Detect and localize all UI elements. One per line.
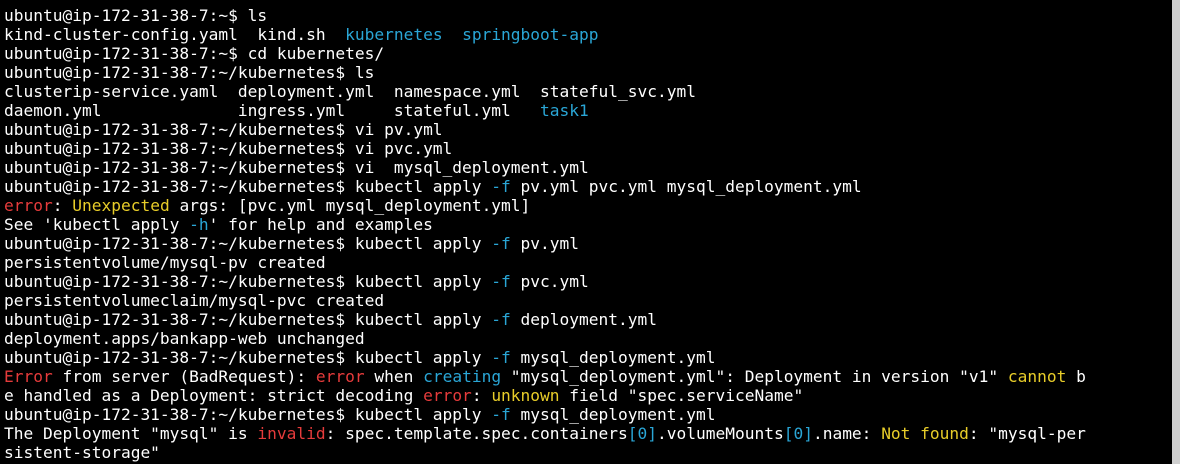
terminal-line: ubuntu@ip-172-31-38-7:~$ cd kubernetes/ (4, 44, 1172, 63)
terminal-text-segment: ubuntu@ip-172-31-38-7:~/kubernetes$ vi m… (4, 158, 589, 177)
terminal-line: See 'kubectl apply -h' for help and exam… (4, 215, 1172, 234)
terminal-line: Error from server (BadRequest): error wh… (4, 367, 1172, 386)
terminal-text-segment: deployment.yml (510, 310, 657, 329)
terminal-text-segment: ubuntu@ip-172-31-38-7:~$ cd kubernetes/ (4, 44, 385, 63)
terminal-line: kind-cluster-config.yaml kind.sh kuberne… (4, 25, 1172, 44)
terminal-text-segment: .volumeMounts (657, 424, 784, 443)
terminal-text-segment: "mysql_deployment.yml": Deployment in ve… (501, 367, 1008, 386)
terminal-line: ubuntu@ip-172-31-38-7:~/kubernetes$ kube… (4, 272, 1172, 291)
terminal-text-segment: -f (491, 177, 511, 196)
terminal-text-segment: ubuntu@ip-172-31-38-7:~/kubernetes$ kube… (4, 405, 492, 424)
terminal-text-segment: sistent-storage" (4, 443, 160, 462)
terminal-window[interactable]: ubuntu@ip-172-31-38-7:~$ ls kind-cluster-… (0, 0, 1172, 464)
terminal-text-segment: cannot (1007, 367, 1067, 386)
terminal-text-segment: args: [pvc.yml mysql_deployment.yml] (169, 196, 531, 215)
terminal-text-segment: error (4, 196, 53, 215)
terminal-text-segment: -f (491, 272, 511, 291)
terminal-line: ubuntu@ip-172-31-38-7:~/kubernetes$ vi p… (4, 120, 1172, 139)
terminal-line: ubuntu@ip-172-31-38-7:~/kubernetes$ kube… (4, 348, 1172, 367)
terminal-text-segment: -f (491, 310, 511, 329)
terminal-text-segment: field "spec.serviceName" (559, 386, 804, 405)
terminal-text-segment: ubuntu@ip-172-31-38-7:~/kubernetes$ kube… (4, 348, 492, 367)
terminal-text-segment: daemon.yml ingress.yml stateful.yml (4, 101, 541, 120)
terminal-text-segment: : spec.template.spec.containers (325, 424, 628, 443)
terminal-text-segment: pvc.yml (510, 272, 589, 291)
terminal-line: ubuntu@ip-172-31-38-7:~/kubernetes$ vi p… (4, 139, 1172, 158)
terminal-text-segment: task1 (540, 101, 589, 120)
terminal-text-segment: Not found (881, 424, 969, 443)
terminal-line: The Deployment "mysql" is invalid: spec.… (4, 424, 1172, 443)
terminal-text-segment: creating (423, 367, 502, 386)
terminal-line: e handled as a Deployment: strict decodi… (4, 386, 1172, 405)
terminal-text-segment: persistentvolume/mysql-pv created (4, 253, 326, 272)
terminal-text-segment: ubuntu@ip-172-31-38-7:~/kubernetes$ kube… (4, 234, 492, 253)
terminal-text-segment: pv.yml (510, 234, 580, 253)
terminal-text-segment: : (471, 386, 492, 405)
terminal-text-segment: mysql_deployment.yml (510, 348, 716, 367)
terminal-text-segment: mysql_deployment.yml (510, 405, 716, 424)
terminal-text-segment: error (423, 386, 472, 405)
terminal-text-segment: from server (BadRequest): (52, 367, 316, 386)
terminal-text-segment: error (315, 367, 365, 386)
terminal-line: ubuntu@ip-172-31-38-7:~/kubernetes$ kube… (4, 310, 1172, 329)
terminal-text-segment: b (1066, 367, 1086, 386)
terminal-scrollbar[interactable] (1172, 0, 1180, 464)
terminal-line: ubuntu@ip-172-31-38-7:~/kubernetes$ kube… (4, 177, 1172, 196)
terminal-text-segment: .name: (812, 424, 882, 443)
terminal-text-segment: ubuntu@ip-172-31-38-7:~/kubernetes$ vi p… (4, 139, 453, 158)
terminal-text-segment: ubuntu@ip-172-31-38-7:~$ ls (4, 6, 268, 25)
terminal-line: persistentvolume/mysql-pv created (4, 253, 1172, 272)
terminal-line: deployment.apps/bankapp-web unchanged (4, 329, 1172, 348)
terminal-text-segment: ubuntu@ip-172-31-38-7:~/kubernetes$ ls (4, 63, 375, 82)
terminal-text-segment: [0] (783, 424, 813, 443)
terminal-line: ubuntu@ip-172-31-38-7:~/kubernetes$ kube… (4, 405, 1172, 424)
terminal-text-segment: e handled as a Deployment: strict decodi… (4, 386, 424, 405)
terminal-text-segment: The Deployment "mysql" is (4, 424, 258, 443)
terminal-text-segment: See 'kubectl apply (4, 215, 190, 234)
terminal-line: error: Unexpected args: [pvc.yml mysql_d… (4, 196, 1172, 215)
terminal-text-segment: [0] (627, 424, 657, 443)
terminal-text-segment: kubernetes (345, 25, 443, 44)
terminal-text-segment: ubuntu@ip-172-31-38-7:~/kubernetes$ kube… (4, 177, 492, 196)
terminal-text-segment: invalid (257, 424, 326, 443)
terminal-line: persistentvolumeclaim/mysql-pvc created (4, 291, 1172, 310)
terminal-text-segment: -f (491, 405, 511, 424)
terminal-text-segment: -f (491, 348, 511, 367)
terminal-text-segment: persistentvolumeclaim/mysql-pvc created (4, 291, 385, 310)
terminal-text-segment: unknown (491, 386, 560, 405)
terminal-text-segment: when (364, 367, 424, 386)
terminal-line: daemon.yml ingress.yml stateful.yml task… (4, 101, 1172, 120)
terminal-text-segment: ubuntu@ip-172-31-38-7:~/kubernetes$ kube… (4, 310, 492, 329)
terminal-text-segment: springboot-app (462, 25, 599, 44)
terminal-line: clusterip-service.yaml deployment.yml na… (4, 82, 1172, 101)
terminal-line: ubuntu@ip-172-31-38-7:~/kubernetes$ ls (4, 63, 1172, 82)
terminal-line: ubuntu@ip-172-31-38-7:~/kubernetes$ vi m… (4, 158, 1172, 177)
terminal-text-segment: -h (189, 215, 209, 234)
terminal-text-segment: -f (491, 234, 511, 253)
terminal-text-segment: ubuntu@ip-172-31-38-7:~/kubernetes$ kube… (4, 272, 492, 291)
terminal-text-segment: ' for help and examples (208, 215, 433, 234)
terminal-line: ubuntu@ip-172-31-38-7:~/kubernetes$ kube… (4, 234, 1172, 253)
terminal-text-segment: : (52, 196, 73, 215)
terminal-text-segment: kind-cluster-config.yaml kind.sh (4, 25, 346, 44)
terminal-text-segment: Unexpected (72, 196, 170, 215)
terminal-text-segment: : "mysql-per (968, 424, 1086, 443)
terminal-line: sistent-storage" (4, 443, 1172, 462)
terminal-text-segment: ubuntu@ip-172-31-38-7:~/kubernetes$ vi p… (4, 120, 443, 139)
terminal-text-segment: deployment.apps/bankapp-web unchanged (4, 329, 365, 348)
terminal-text-segment: clusterip-service.yaml deployment.yml na… (4, 82, 696, 101)
terminal-line: ubuntu@ip-172-31-38-7:~$ ls (4, 6, 1172, 25)
terminal-text-segment: Error (4, 367, 53, 386)
terminal-text-segment: pv.yml pvc.yml mysql_deployment.yml (510, 177, 862, 196)
